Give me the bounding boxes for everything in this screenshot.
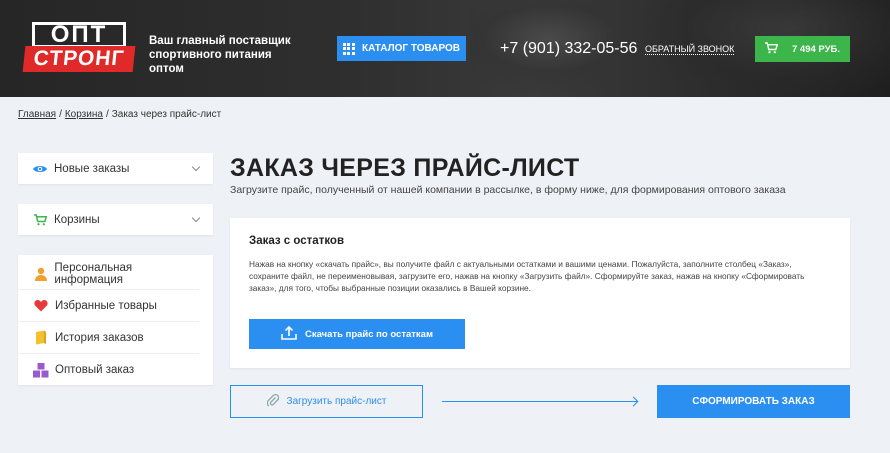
cart-icon xyxy=(32,213,48,227)
eye-icon xyxy=(32,162,48,176)
stock-order-card: Заказ с остатков Нажав на кнопку «скачат… xyxy=(230,218,850,368)
upload-price-list-button[interactable]: Загрузить прайс-лист xyxy=(230,385,423,418)
cart-icon xyxy=(765,41,779,57)
breadcrumb-cart[interactable]: Корзина xyxy=(65,109,103,120)
menu-item-order-history[interactable]: История заказов xyxy=(18,322,199,354)
boxes-icon xyxy=(32,362,50,378)
catalog-button[interactable]: КАТАЛОГ ТОВАРОВ xyxy=(337,36,466,61)
breadcrumb-current: Заказ через прайс-лист xyxy=(111,109,222,120)
cart-button[interactable]: 7 494 РУБ. xyxy=(755,36,850,62)
card-instructions: Нажав на кнопку «скачать прайс», вы полу… xyxy=(249,259,805,293)
account-menu: Персональная информация Избранные товары… xyxy=(18,255,213,385)
carts-dropdown[interactable]: Корзины xyxy=(18,204,213,235)
page-title: ЗАКАЗ ЧЕРЕЗ ПРАЙС-ЛИСТ xyxy=(230,154,580,182)
menu-item-wholesale-order[interactable]: Оптовый заказ xyxy=(18,354,199,386)
menu-item-personal-info[interactable]: Персональная информация xyxy=(18,258,199,290)
dropdown-label-new-orders: Новые заказы xyxy=(54,162,130,175)
create-order-button[interactable]: СФОРМИРОВАТЬ ЗАКАЗ xyxy=(657,385,850,418)
download-price-button[interactable]: Скачать прайс по остаткам xyxy=(249,319,465,349)
history-icon xyxy=(32,330,50,346)
tagline: Ваш главный поставщик спортивного питани… xyxy=(149,35,291,75)
breadcrumb-home[interactable]: Главная xyxy=(18,109,56,120)
download-icon xyxy=(281,325,297,343)
card-title: Заказ с остатков xyxy=(249,235,345,247)
grid-icon xyxy=(342,42,355,55)
new-orders-dropdown[interactable]: Новые заказы xyxy=(18,153,213,184)
heart-icon xyxy=(32,298,50,314)
menu-item-favorites[interactable]: Избранные товары xyxy=(18,290,199,322)
user-icon xyxy=(32,266,49,282)
page-subtitle: Загрузите прайс, полученный от нашей ком… xyxy=(230,184,786,196)
callback-link[interactable]: ОБРАТНЫЙ ЗВОНОК xyxy=(645,44,735,55)
cart-total: 7 494 РУБ. xyxy=(792,43,841,55)
logo-line2: СТРОНГ xyxy=(22,46,136,72)
logo[interactable]: ОПТ СТРОНГ xyxy=(22,22,136,74)
arrow-right-icon xyxy=(442,401,637,402)
chevron-down-icon xyxy=(191,162,201,172)
breadcrumb: Главная / Корзина / Заказ через прайс-лист xyxy=(18,109,222,120)
logo-line1: ОПТ xyxy=(32,22,126,48)
paperclip-icon xyxy=(266,393,279,410)
phone-number[interactable]: +7 (901) 332-05-56 xyxy=(500,40,637,58)
chevron-down-icon xyxy=(191,213,201,223)
catalog-button-label: КАТАЛОГ ТОВАРОВ xyxy=(361,43,460,54)
dropdown-label-carts: Корзины xyxy=(54,213,100,226)
site-header: ОПТ СТРОНГ Ваш главный поставщик спортив… xyxy=(0,0,890,97)
